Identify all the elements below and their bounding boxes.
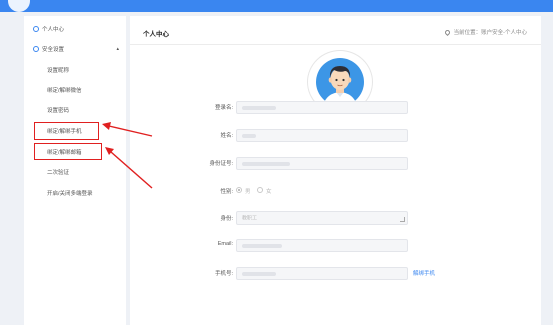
user-circle-icon (33, 26, 39, 32)
shield-icon (33, 46, 39, 52)
main-panel: 个人中心 当前位置：账户安全-个人中心 登录名: 姓名: 身份证号: 性别: 男… (130, 16, 541, 325)
masked-value (242, 272, 276, 276)
gender-female-radio[interactable] (257, 187, 263, 193)
masked-value (242, 106, 276, 110)
location-pin-icon (443, 29, 451, 37)
page-title: 个人中心 (143, 31, 169, 38)
masked-value (242, 134, 256, 138)
unbind-phone-link[interactable]: 解绑手机 (413, 269, 435, 277)
name-field[interactable] (236, 129, 408, 142)
phone-field[interactable] (236, 267, 408, 280)
sidebar-item-set-password[interactable]: 设置密码 (24, 102, 126, 118)
gender-female-label: 女 (266, 189, 272, 195)
id-number-field[interactable] (236, 157, 408, 170)
sidebar-item-set-nickname[interactable]: 设置昵称 (24, 62, 126, 78)
username-label: 登录名: (214, 105, 233, 111)
identity-label: 身份: (220, 216, 233, 222)
breadcrumb: 当前位置：账户安全-个人中心 (443, 28, 527, 37)
email-label: Email: (217, 241, 233, 247)
logo (8, 0, 30, 12)
resize-handle-icon[interactable] (400, 217, 405, 222)
sidebar: 个人中心 安全设置 ▴ 设置昵称 绑定/解绑微信 设置密码 绑定/解绑手机 绑定… (24, 16, 126, 325)
id-number-label: 身份证号: (209, 161, 233, 167)
divider (130, 44, 541, 45)
sidebar-item-security-settings[interactable]: 安全设置 ▴ (24, 41, 126, 57)
gender-male-radio[interactable] (236, 187, 242, 193)
sidebar-item-bind-wechat[interactable]: 绑定/解绑微信 (24, 82, 126, 98)
sidebar-item-multi-login[interactable]: 开启/关闭多端登录 (24, 185, 126, 201)
name-label: 姓名: (220, 133, 233, 139)
top-banner (0, 0, 553, 12)
username-field[interactable] (236, 101, 408, 114)
phone-label: 手机号: (214, 271, 233, 277)
identity-field[interactable]: 教职工 (236, 211, 408, 225)
sidebar-item-personal-center[interactable]: 个人中心 (24, 21, 126, 37)
gender-male-label: 男 (245, 189, 251, 195)
sidebar-item-two-factor[interactable]: 二次验证 (24, 164, 126, 180)
masked-value (242, 244, 282, 248)
email-field[interactable] (236, 239, 408, 252)
chevron-up-icon: ▴ (116, 46, 119, 52)
gender-label: 性别: (220, 189, 233, 195)
avatar-illustration (316, 58, 364, 106)
highlight-box-phone (34, 122, 99, 140)
highlight-box-email (34, 143, 102, 160)
masked-value (242, 162, 290, 166)
